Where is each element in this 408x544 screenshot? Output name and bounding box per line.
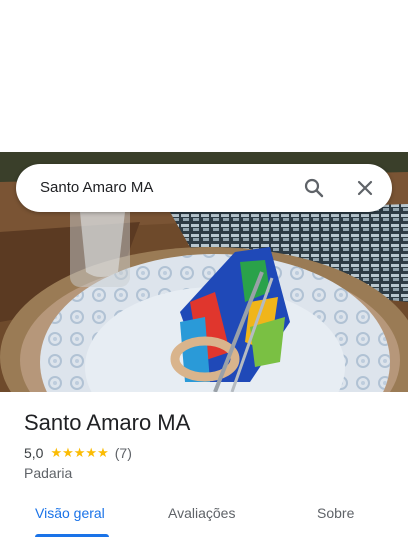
place-name: Santo Amaro MA [24,410,191,435]
search-icon[interactable] [302,176,326,200]
review-count[interactable]: (7) [115,445,132,461]
place-panel: Santo Amaro MA Santo Amaro MA 5,0 ★★★★★ … [0,0,408,544]
tab-reviews[interactable]: Avaliações [168,505,235,521]
star-icon: ★★★★★ [50,445,109,460]
tab-about[interactable]: Sobre [317,505,354,521]
rating-summary[interactable]: 5,0 ★★★★★ (7) [24,445,132,461]
search-input[interactable]: Santo Amaro MA [40,179,153,196]
rating-value: 5,0 [24,445,44,461]
search-box[interactable]: Santo Amaro MA [16,164,392,212]
place-category[interactable]: Padaria [24,465,72,481]
active-tab-indicator [35,534,109,537]
tab-overview[interactable]: Visão geral [35,505,105,521]
close-icon[interactable] [353,176,377,200]
